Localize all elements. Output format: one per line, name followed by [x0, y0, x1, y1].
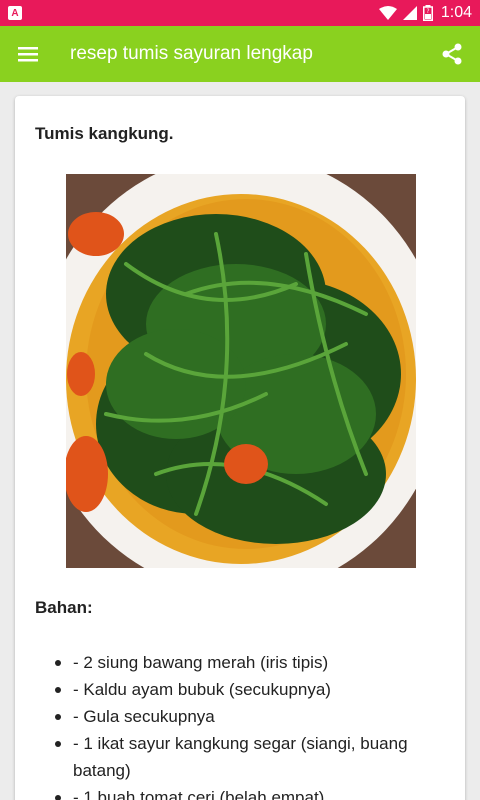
hamburger-menu-icon — [18, 47, 38, 62]
menu-button[interactable] — [0, 26, 56, 82]
share-icon — [442, 43, 462, 65]
share-button[interactable] — [424, 26, 480, 82]
list-item: - Kaldu ayam bubuk (secukupnya) — [55, 676, 435, 703]
list-item: - 1 buah tomat ceri (belah empat) — [55, 784, 435, 800]
list-item: - 2 siung bawang merah (iris tipis) — [55, 649, 435, 676]
signal-icon — [402, 6, 417, 20]
svg-text:?: ? — [426, 8, 429, 15]
list-item: - 1 ikat sayur kangkung segar (siangi, b… — [55, 730, 435, 784]
recipe-image — [66, 174, 416, 568]
ingredients-list: - 2 siung bawang merah (iris tipis) - Ka… — [55, 649, 435, 800]
wifi-icon — [378, 6, 397, 20]
battery-icon: ? — [422, 5, 433, 21]
recipe-card: Tumis kangkung. Bahan: - 2 siung bawang … — [15, 96, 465, 800]
ingredients-heading: Bahan: — [35, 598, 93, 617]
recipe-title: Tumis kangkung. — [35, 124, 174, 143]
list-item: - Gula secukupnya — [55, 703, 435, 730]
status-right: ? 1:04 — [378, 4, 472, 22]
status-bar: A ? 1:04 — [0, 0, 480, 26]
status-left: A — [8, 6, 22, 20]
stir-fried-water-spinach-photo — [66, 174, 416, 568]
app-bar: resep tumis sayuran lengkap — [0, 26, 480, 82]
app-title: resep tumis sayuran lengkap — [70, 43, 313, 64]
android-notification-icon: A — [8, 6, 22, 20]
clock: 1:04 — [440, 4, 472, 21]
